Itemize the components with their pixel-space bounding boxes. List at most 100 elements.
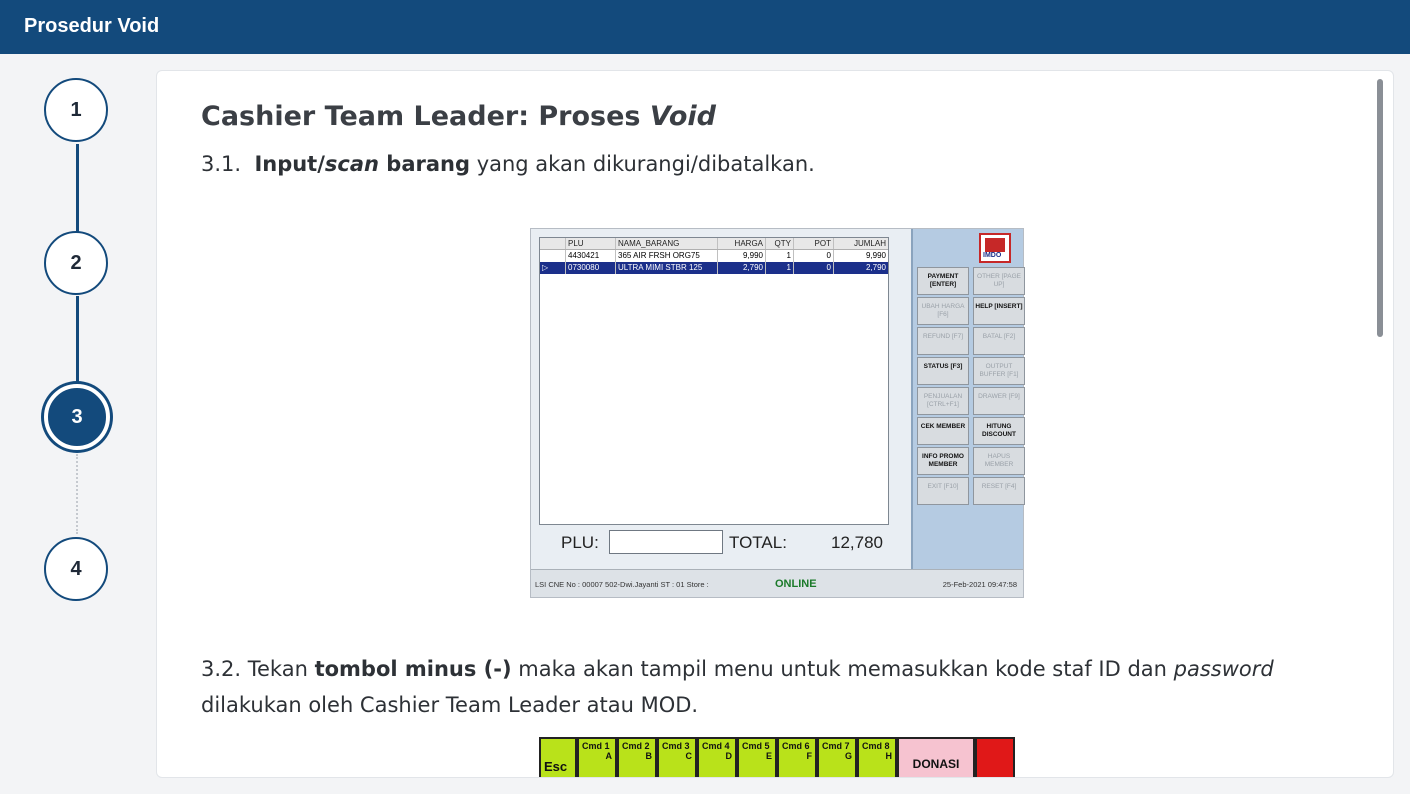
cell-pot: 0 — [794, 250, 834, 262]
pos-button: CEK MEMBER — [917, 417, 969, 445]
col-plu: PLU — [566, 238, 616, 249]
grid-header: PLU NAMA_BARANG HARGA QTY POT JUMLAH — [540, 238, 888, 250]
content-body: Cashier Team Leader: Proses Void 3.1. In… — [201, 101, 1331, 717]
pos-button: OUTPUT BUFFER [F1] — [973, 357, 1025, 385]
key-esc: Esc — [539, 737, 577, 777]
pos-button: HAPUS MEMBER — [973, 447, 1025, 475]
col-pot: POT — [794, 238, 834, 249]
status-datetime: 25-Feb-2021 09:47:58 — [942, 580, 1017, 589]
plu-input — [609, 530, 723, 554]
table-row-selected: ▷ 0730080 ULTRA MIMI STBR 125 2,790 1 0 … — [540, 262, 888, 274]
key-cmd-label: Cmd 4 — [702, 741, 730, 751]
section-heading: Cashier Team Leader: Proses Void — [201, 101, 1331, 132]
key-cmd-label: Cmd 6 — [782, 741, 810, 751]
heading-italic: Void — [649, 101, 716, 132]
cell-harga: 9,990 — [718, 250, 766, 262]
step-3-1-text: 3.1. Input/scan barang yang akan dikuran… — [201, 146, 1331, 182]
bold-text: barang — [378, 152, 471, 176]
key-cmd-sub: F — [806, 751, 813, 761]
step-3-2-text: 3.2. Tekan tombol minus (-) maka akan ta… — [201, 651, 1331, 723]
store-logo: IMDO — [979, 233, 1011, 263]
body-text: yang akan dikurangi/dibatalkan. — [470, 152, 815, 176]
cell-nama: ULTRA MIMI STBR 125 — [616, 262, 718, 274]
cell-jumlah: 9,990 — [865, 251, 886, 260]
key-cmd-sub: A — [605, 751, 613, 761]
key-cmd-sub: D — [725, 751, 733, 761]
italic-text: scan — [324, 152, 379, 176]
logo-mark — [985, 238, 1005, 252]
step-2[interactable]: 2 — [44, 231, 108, 295]
italic-text: password — [1173, 657, 1274, 681]
col-marker — [540, 238, 566, 249]
pos-button-panel: IMDO PAYMENT [ENTER] OTHER [PAGE UP] UBAH … — [911, 229, 1025, 571]
key-cmd-label: Cmd 3 — [662, 741, 690, 751]
total-label: TOTAL: — [729, 533, 787, 552]
body-text: dilakukan oleh Cashier Team Leader atau … — [201, 693, 699, 717]
cell-plu: 4430421 — [566, 250, 616, 262]
step-number: 3.2. — [201, 657, 242, 681]
body-text: Tekan — [241, 657, 315, 681]
pos-screenshot: PLU NAMA_BARANG HARGA QTY POT JUMLAH 443… — [530, 228, 1025, 598]
bold-text: Input/ — [254, 152, 325, 176]
pos-button: OTHER [PAGE UP] — [973, 267, 1025, 295]
key-cmd-label: Cmd 1 — [582, 741, 610, 751]
pos-button: DRAWER [F9] — [973, 387, 1025, 415]
pos-button: UBAH HARGA [F6] — [917, 297, 969, 325]
stepper: 1 2 3 4 — [30, 54, 130, 794]
pos-button: EXIT [F10] — [917, 477, 969, 505]
row-marker — [540, 250, 566, 262]
page-body: 1 2 3 4 Cashier Team Leader: Proses Void… — [0, 54, 1410, 794]
pos-button: PAYMENT [ENTER] — [917, 267, 969, 295]
col-nama-barang: NAMA_BARANG — [616, 238, 718, 249]
step-1[interactable]: 1 — [44, 78, 108, 142]
cell-plu: 0730080 — [566, 262, 616, 274]
key-cmd: Cmd 3C — [657, 737, 697, 777]
cell-qty: 1 — [766, 250, 794, 262]
pos-button: PENJUALAN [CTRL+F1] — [917, 387, 969, 415]
row-marker: ▷ — [540, 262, 566, 274]
col-qty: QTY — [766, 238, 794, 249]
bold-text: tombol minus (-) — [314, 657, 512, 681]
step-connector-1 — [76, 144, 79, 244]
pos-status-bar: LSI CNE No : 00007 502-Dwi.Jayanti ST : … — [531, 569, 1023, 597]
cell-jumlah: 2,790 — [865, 263, 886, 272]
key-cmd-sub: E — [765, 751, 772, 761]
step-3-active[interactable]: 3 — [44, 384, 110, 450]
key-cmd-sub: B — [645, 751, 653, 761]
header-bar: Prosedur Void — [0, 0, 1410, 54]
heading-text: Cashier Team Leader: Proses — [201, 101, 650, 132]
pos-button: RESET [F4] — [973, 477, 1025, 505]
cell-harga: 2,790 — [718, 262, 766, 274]
key-cmd: Cmd 4D — [697, 737, 737, 777]
transaction-grid: PLU NAMA_BARANG HARGA QTY POT JUMLAH 443… — [539, 237, 889, 525]
scrollbar-thumb[interactable] — [1377, 79, 1383, 337]
total-value: 12,780 — [831, 533, 883, 552]
logo-text: IMDO — [983, 252, 1002, 259]
pos-button: HELP [INSERT] — [973, 297, 1025, 325]
pos-button: REFUND [F7] — [917, 327, 969, 355]
col-harga: HARGA — [718, 238, 766, 249]
cell-nama: 365 AIR FRSH ORG75 — [616, 250, 718, 262]
key-cmd-label: Cmd 7 — [822, 741, 850, 751]
page-title: Prosedur Void — [24, 15, 160, 37]
key-cmd: Cmd 1A — [577, 737, 617, 777]
key-donasi: DONASI — [897, 737, 975, 777]
col-jumlah: JUMLAH — [853, 239, 886, 248]
key-cmd-label: Cmd 8 — [862, 741, 890, 751]
key-cmd-sub: C — [685, 751, 693, 761]
step-connector-3 — [76, 454, 78, 534]
pos-button: INFO PROMO MEMBER — [917, 447, 969, 475]
key-cmd-sub: G — [844, 751, 852, 761]
pos-button: HITUNG DISCOUNT — [973, 417, 1025, 445]
content-card: Cashier Team Leader: Proses Void 3.1. In… — [156, 70, 1394, 778]
key-cmd-label: Cmd 2 — [622, 741, 650, 751]
step-4[interactable]: 4 — [44, 537, 108, 601]
pos-button: BATAL [F2] — [973, 327, 1025, 355]
step-number: 3.1. — [201, 152, 242, 176]
keypad-illustration: Esc Cmd 1 A Cmd 2 B Cmd 3 C Cmd 4 D Cmd 5 E Cmd 6F… — [539, 737, 1017, 777]
cell-qty: 1 — [766, 262, 794, 274]
key-cmd-label: Cmd 5 — [742, 741, 770, 751]
key-cmd-sub: H — [885, 751, 893, 761]
key-cmd: Cmd 7G — [817, 737, 857, 777]
table-row: 4430421 365 AIR FRSH ORG75 9,990 1 0 9,9… — [540, 250, 888, 262]
